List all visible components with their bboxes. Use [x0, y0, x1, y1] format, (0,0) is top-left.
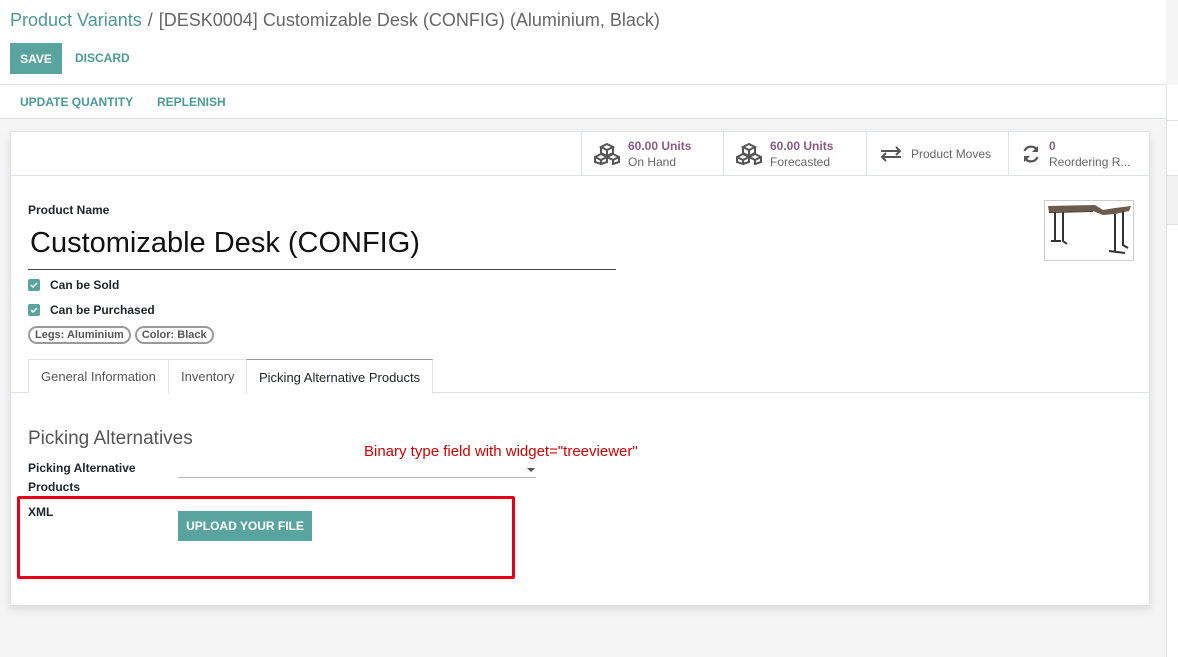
discard-button[interactable]: DISCARD — [75, 51, 130, 65]
replenish-button[interactable]: REPLENISH — [157, 95, 226, 109]
notebook-tabs: General Information Inventory Picking Al… — [11, 359, 1149, 394]
can-be-sold-checkbox[interactable] — [28, 279, 40, 291]
forecasted-smart-button[interactable]: 60.00 Units Forecasted — [723, 132, 866, 176]
update-quantity-button[interactable]: UPDATE QUANTITY — [20, 95, 133, 109]
label-line-1: Picking Alternative — [28, 461, 136, 475]
can-be-purchased-checkbox[interactable] — [28, 304, 40, 316]
save-button[interactable]: SAVE — [10, 43, 62, 74]
can-be-sold-label: Can be Sold — [50, 278, 120, 292]
can-be-purchased-row: Can be Purchased — [28, 303, 155, 317]
attribute-tags: Legs: Aluminium Color: Black — [28, 326, 214, 344]
on-hand-smart-button[interactable]: 60.00 Units On Hand — [581, 132, 723, 176]
check-icon — [30, 307, 38, 314]
breadcrumb-current: [DESK0004] Customizable Desk (CONFIG) (A… — [158, 10, 660, 30]
form-sheet: 60.00 Units On Hand 60.00 Units Forecast… — [10, 131, 1150, 606]
can-be-sold-row: Can be Sold — [28, 278, 119, 292]
can-be-purchased-label: Can be Purchased — [50, 303, 155, 317]
divider — [1167, 120, 1178, 121]
control-panel: Product Variants / [DESK0004] Customizab… — [0, 0, 1166, 85]
breadcrumb-parent-link[interactable]: Product Variants — [10, 10, 142, 31]
on-hand-label: On Hand — [628, 155, 677, 169]
xml-label: XML — [28, 505, 54, 519]
chatter-tab — [1167, 175, 1178, 225]
picking-alternative-products-label: Picking Alternative Products — [28, 461, 136, 494]
refresh-icon — [1023, 145, 1039, 163]
section-title: Picking Alternatives — [28, 428, 193, 449]
on-hand-value: 60.00 Units — [628, 139, 692, 153]
tab-picking-alternative-products[interactable]: Picking Alternative Products — [246, 359, 434, 394]
cubes-icon — [736, 143, 762, 165]
cubes-icon — [594, 143, 620, 165]
product-moves-label: Product Moves — [911, 147, 992, 161]
annotation-text: Binary type field with widget="treeviewe… — [364, 443, 638, 460]
product-name-label: Product Name — [28, 203, 110, 217]
reordering-value: 0 — [1049, 139, 1056, 153]
breadcrumb-separator: / — [147, 10, 153, 30]
product-moves-smart-button[interactable]: Product Moves — [866, 132, 1008, 176]
reordering-label: Reordering R... — [1049, 155, 1131, 169]
exchange-icon — [880, 146, 902, 162]
attribute-tag-color: Color: Black — [134, 326, 214, 344]
label-line-2: Products — [28, 480, 81, 494]
product-image[interactable] — [1044, 200, 1134, 261]
status-bar: UPDATE QUANTITY REPLENISH — [0, 85, 1166, 119]
attribute-tag-legs: Legs: Aluminium — [28, 326, 131, 344]
chatter-panel-edge — [1166, 85, 1178, 657]
tab-inventory[interactable]: Inventory — [168, 359, 248, 393]
forecasted-value: 60.00 Units — [770, 139, 834, 153]
desk-image — [1048, 205, 1131, 254]
reordering-rules-smart-button[interactable]: 0 Reordering R... — [1008, 132, 1149, 176]
upload-file-button[interactable]: UPLOAD YOUR FILE — [178, 511, 312, 541]
smart-button-box: 60.00 Units On Hand 60.00 Units Forecast… — [11, 132, 1149, 176]
forecasted-label: Forecasted — [770, 155, 831, 169]
product-name-input[interactable]: Customizable Desk (CONFIG) — [28, 224, 616, 270]
check-icon — [30, 282, 38, 289]
breadcrumb: Product Variants / [DESK0004] Customizab… — [10, 10, 660, 31]
tab-general-information[interactable]: General Information — [28, 359, 169, 393]
chevron-down-icon[interactable] — [527, 468, 535, 472]
picking-alternative-products-select[interactable] — [178, 477, 536, 478]
